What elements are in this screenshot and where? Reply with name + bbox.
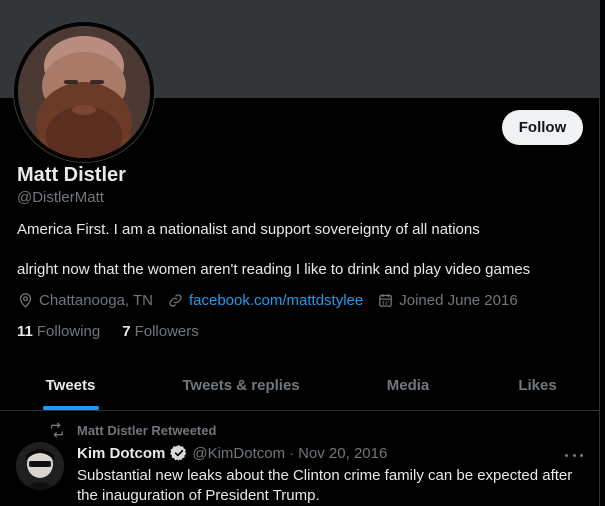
tab-tweets-and-replies[interactable]: Tweets & replies <box>141 360 341 410</box>
profile-bio-line-1: America First. I am a nationalist and su… <box>17 221 480 238</box>
following-link[interactable]: 11 Following <box>17 323 100 340</box>
location-text: Chattanooga, TN <box>39 291 153 309</box>
calendar-icon <box>379 293 393 307</box>
tab-label: Tweets <box>45 376 96 394</box>
tab-likes[interactable]: Likes <box>475 360 600 410</box>
profile-tabs: Tweets Tweets & replies Media Likes <box>0 360 600 411</box>
dot <box>572 453 576 457</box>
follow-button[interactable]: Follow <box>502 110 583 145</box>
tweet-date[interactable]: Nov 20, 2016 <box>298 445 387 462</box>
separator-dot: · <box>289 444 295 462</box>
tweet-text: Substantial new leaks about the Clinton … <box>77 467 573 504</box>
profile-meta: Chattanooga, TN facebook.com/mattdstylee… <box>17 290 532 310</box>
profile-name: Matt Distler <box>17 164 126 186</box>
website-item: facebook.com/mattdstylee <box>167 292 363 309</box>
tab-label: Likes <box>518 376 557 394</box>
follow-counts: 11 Following 7 Followers <box>17 323 221 340</box>
retweet-label[interactable]: Matt Distler Retweeted <box>77 423 216 438</box>
retweet-icon <box>51 422 63 438</box>
tab-label: Tweets & replies <box>182 376 300 394</box>
avatar-photo <box>18 26 150 158</box>
page-edge <box>600 0 605 506</box>
retweet-context: Matt Distler Retweeted <box>49 422 216 438</box>
author-avatar-image <box>16 442 64 490</box>
followers-count: 7 <box>122 323 131 340</box>
tab-tweets[interactable]: Tweets <box>0 360 141 410</box>
following-label: Following <box>36 323 101 340</box>
avatar-image <box>18 26 150 158</box>
website-link[interactable]: facebook.com/mattdstylee <box>189 292 363 309</box>
following-count: 11 <box>17 323 33 340</box>
location-pin-icon <box>19 292 32 308</box>
tweet-author-name[interactable]: Kim Dotcom <box>77 445 165 462</box>
tab-media[interactable]: Media <box>341 360 475 410</box>
active-tab-indicator <box>43 406 99 410</box>
tab-label: Media <box>386 376 430 394</box>
location-item: Chattanooga, TN <box>17 292 153 309</box>
followers-label: Followers <box>134 323 199 340</box>
profile-avatar[interactable] <box>13 21 155 163</box>
tweet-author-avatar[interactable] <box>16 442 64 490</box>
tweet-card[interactable]: Matt Distler Retweeted Kim Dotcom @KimDo… <box>0 411 600 506</box>
profile-handle: @DistlerMatt <box>17 189 104 206</box>
verified-badge-icon <box>170 445 187 461</box>
tweet-header: Kim Dotcom @KimDotcom · Nov 20, 2016 <box>77 444 387 462</box>
joined-item: Joined June 2016 <box>377 291 518 309</box>
profile-bio-line-2: alright now that the women aren't readin… <box>17 261 531 278</box>
dot <box>565 453 568 457</box>
tweet-author-handle[interactable]: @KimDotcom <box>192 445 285 462</box>
profile-page: Follow Matt Distler @DistlerMatt America… <box>0 0 600 506</box>
more-dots-icon[interactable] <box>565 446 583 464</box>
followers-link[interactable]: 7 Followers <box>122 323 199 340</box>
dot <box>580 453 583 457</box>
link-icon <box>169 293 182 307</box>
joined-text: Joined June 2016 <box>399 291 518 309</box>
